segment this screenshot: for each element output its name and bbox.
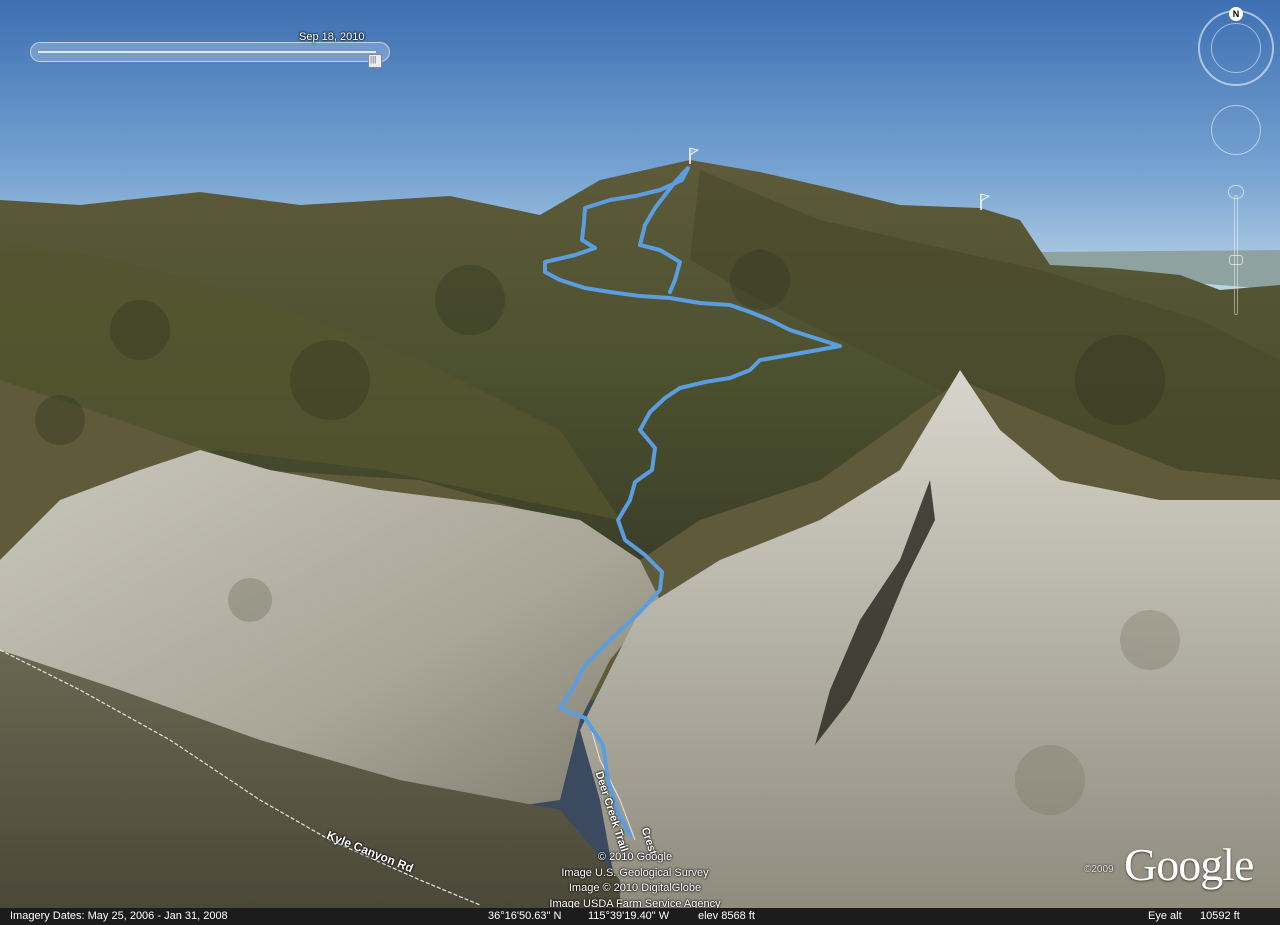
elevation-readout: elev 8568 ft (698, 910, 755, 922)
logo-copyright: ©2009 (1084, 864, 1114, 875)
eye-alt-label: Eye alt (1148, 910, 1182, 922)
time-slider-date: Sep 18, 2010 (299, 31, 365, 43)
zoom-thumb[interactable] (1229, 255, 1243, 265)
north-indicator[interactable]: N (1229, 7, 1243, 21)
credit-line: Image © 2010 DigitalGlobe (568, 882, 702, 894)
credit-line: Image U.S. Geological Survey (561, 866, 709, 879)
status-bar: Imagery Dates: May 25, 2006 - Jan 31, 20… (0, 908, 1280, 925)
credit-line: © 2010 Google (597, 851, 673, 863)
imagery-dates: Imagery Dates: May 25, 2006 - Jan 31, 20… (10, 910, 228, 922)
time-slider-line (38, 51, 376, 53)
imagery-credits: © 2010 Google Image U.S. Geological Surv… (520, 850, 750, 912)
zoom-slider[interactable] (1228, 185, 1244, 330)
longitude-readout: 115°39'19.40" W (588, 910, 670, 922)
move-joystick[interactable] (1211, 105, 1261, 155)
terrain-map-view[interactable] (0, 0, 1280, 925)
time-slider[interactable] (30, 42, 390, 68)
eye-alt-value: 10592 ft (1200, 910, 1240, 922)
google-logo: Google (1124, 839, 1254, 890)
compass-joystick[interactable] (1211, 23, 1261, 73)
latitude-readout: 36°16'50.63" N (488, 910, 562, 922)
compass-control[interactable]: N (1198, 7, 1274, 86)
time-slider-thumb[interactable] (368, 54, 382, 68)
